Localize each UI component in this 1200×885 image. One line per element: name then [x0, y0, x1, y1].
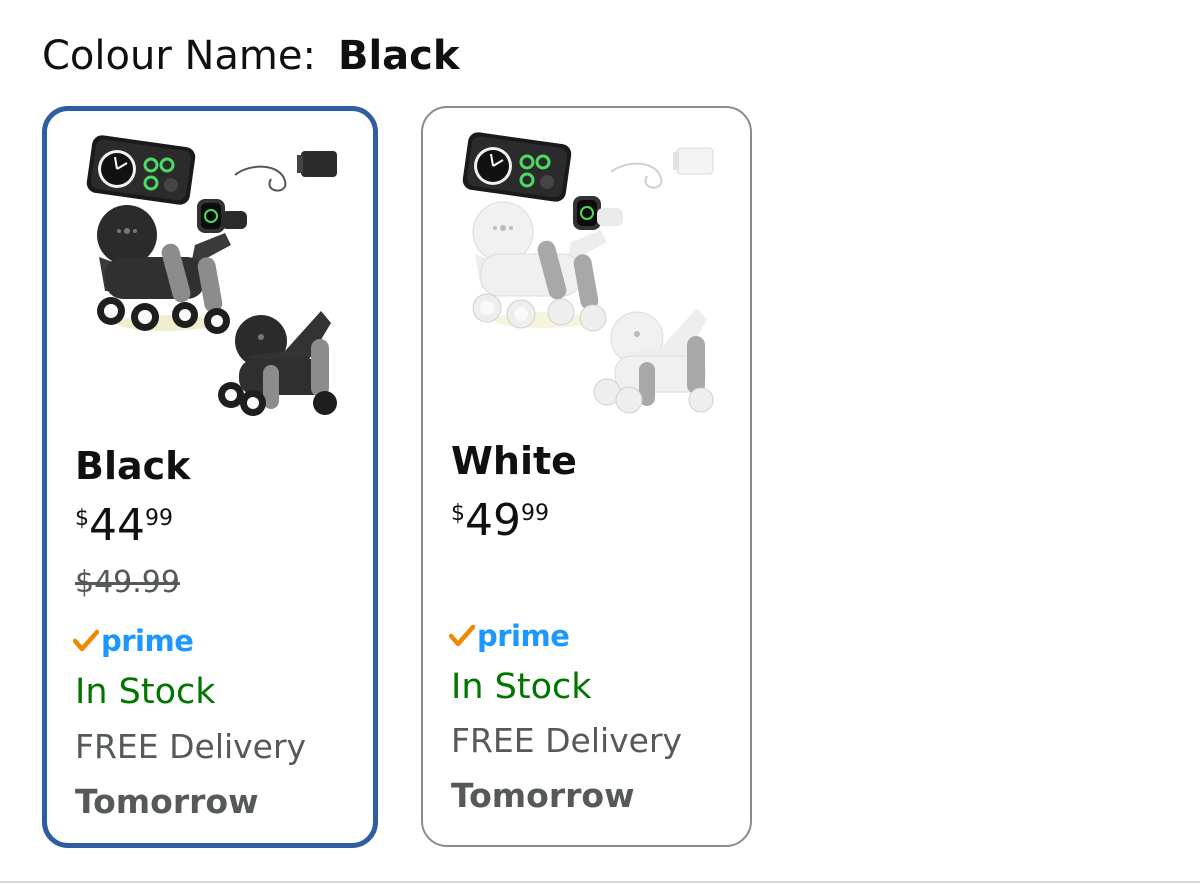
prime-label: prime — [477, 619, 570, 653]
delivery-text: FREE Delivery — [75, 727, 307, 766]
swatch-black[interactable]: Black $4499 $49.99 prime In Stock FREE D… — [42, 106, 378, 848]
delivery-text: FREE Delivery — [451, 721, 683, 760]
price-whole: 49 — [465, 495, 521, 546]
swatch-name: Black — [75, 444, 191, 488]
price-fraction: 99 — [521, 501, 549, 526]
prime-badge: prime — [73, 621, 194, 661]
stock-status: In Stock — [75, 672, 216, 712]
colour-name-label: Colour Name: — [42, 33, 316, 79]
prime-badge: prime — [449, 616, 570, 656]
price-currency: $ — [451, 501, 465, 526]
swatch-name: White — [451, 439, 577, 483]
bottom-divider — [0, 881, 1200, 883]
delivery-when: Tomorrow — [75, 782, 259, 821]
swatch-price: $4999 — [451, 499, 549, 543]
delivery-when: Tomorrow — [451, 776, 635, 815]
colour-name-line: Colour Name: Black — [42, 30, 460, 82]
price-currency: $ — [75, 506, 89, 531]
swatch-white[interactable]: White $4999 prime In Stock FREE Delivery… — [421, 106, 752, 847]
prime-check-icon — [449, 624, 475, 647]
black-robot-dog-charging-dock-image — [86, 135, 337, 416]
was-price: $49.99 — [75, 565, 180, 600]
prime-check-icon — [73, 629, 99, 652]
swatch-price: $4499 — [75, 504, 173, 548]
white-robot-dog-charging-dock-image — [462, 132, 714, 414]
colour-name-value: Black — [337, 33, 460, 79]
price-fraction: 99 — [145, 506, 173, 531]
stock-status: In Stock — [451, 667, 592, 707]
price-whole: 44 — [89, 500, 145, 551]
prime-label: prime — [101, 624, 194, 658]
